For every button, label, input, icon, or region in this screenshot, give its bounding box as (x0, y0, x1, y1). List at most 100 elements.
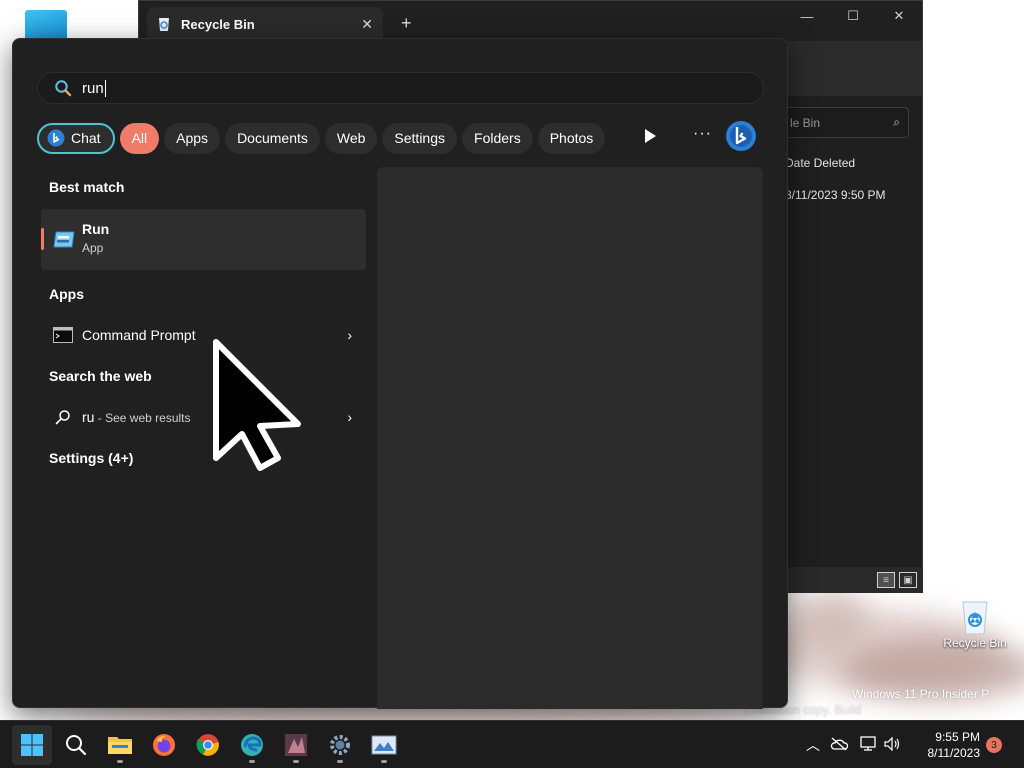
filter-web[interactable]: Web (324, 122, 378, 154)
explorer-search-input[interactable]: le Bin ⌕ (781, 107, 909, 138)
filter-settings[interactable]: Settings (382, 122, 458, 154)
details-view-icon[interactable]: ≡ (877, 572, 895, 588)
running-indicator (293, 760, 299, 763)
taskbar-search-button[interactable] (56, 725, 96, 765)
result-web-search[interactable]: ru - See web results › (41, 399, 366, 435)
recycle-bin-icon (962, 601, 988, 635)
apps-header: Apps (49, 286, 84, 302)
clock[interactable]: 9:55 PM 8/11/2023 (928, 729, 981, 761)
command-prompt-label: Command Prompt (82, 327, 196, 343)
search-input[interactable]: run (37, 72, 764, 104)
mouse-cursor-icon (213, 339, 301, 471)
desktop-recycle-bin[interactable]: Recycle Bin (937, 596, 1013, 650)
clock-date: 8/11/2023 (927, 746, 981, 760)
settings-gear-icon (330, 735, 350, 755)
start-icon (21, 734, 43, 756)
text-caret (104, 79, 106, 97)
watermark-line1: Windows 11 Pro Insider P (852, 687, 990, 701)
web-result-query: ru (82, 409, 95, 425)
search-web-header: Search the web (49, 368, 152, 384)
recycle-bin-label: Recycle Bin (943, 636, 1007, 650)
taskbar: ︿ 9:55 PM 8/11/2023 3 (0, 720, 1024, 768)
play-icon[interactable] (642, 127, 658, 145)
maximize-icon[interactable]: ☐ (830, 1, 876, 31)
explorer-tab-title: Recycle Bin (181, 16, 255, 32)
new-tab-button[interactable]: + (401, 13, 412, 34)
best-match-title: Run (82, 221, 110, 237)
filter-web-label: Web (336, 130, 366, 146)
explorer-titlebar: Recycle Bin ✕ + — ☐ ✕ (139, 1, 922, 41)
taskbar-firefox[interactable] (144, 725, 184, 765)
filter-all[interactable]: All (119, 122, 160, 154)
bing-chat-icon[interactable] (725, 120, 757, 152)
recycle-bin-tab-icon (159, 18, 169, 31)
filter-settings-label: Settings (394, 130, 446, 146)
edge-dev-icon (241, 734, 263, 756)
filter-photos[interactable]: Photos (537, 122, 606, 154)
taskbar-file-explorer[interactable] (100, 725, 140, 765)
close-tab-icon[interactable]: ✕ (361, 16, 373, 33)
filter-photos-label: Photos (549, 130, 594, 146)
notification-badge[interactable]: 3 (986, 737, 1002, 753)
app-icon (285, 734, 307, 756)
best-match-subtitle: App (82, 241, 104, 255)
search-query-text: run (82, 79, 104, 97)
taskbar-photos[interactable] (364, 725, 404, 765)
filter-folders-label: Folders (474, 130, 521, 146)
filter-folders[interactable]: Folders (462, 122, 533, 154)
window-controls: — ☐ ✕ (784, 1, 922, 31)
start-button[interactable] (12, 725, 52, 765)
column-header-date-deleted[interactable]: Date Deleted (785, 156, 855, 170)
more-options-icon[interactable]: ··· (693, 125, 712, 143)
filter-chat[interactable]: Chat (37, 122, 115, 154)
preview-pane (377, 167, 763, 709)
running-indicator (381, 760, 387, 763)
explorer-search-icon: ⌕ (893, 115, 900, 129)
network-icon[interactable] (860, 736, 878, 752)
result-command-prompt[interactable]: Command Prompt › (41, 317, 366, 353)
filter-chat-label: Chat (71, 130, 101, 146)
desktop-icon-left[interactable] (2, 10, 78, 40)
minimize-icon[interactable]: — (784, 1, 830, 31)
run-app-icon (53, 231, 75, 248)
taskbar-app[interactable] (276, 725, 316, 765)
filter-apps[interactable]: Apps (164, 122, 221, 154)
running-indicator (117, 760, 123, 763)
web-result-suffix: - See web results (94, 411, 191, 425)
system-tray: ︿ 9:55 PM 8/11/2023 3 (794, 721, 1024, 768)
taskbar-edge[interactable] (232, 725, 272, 765)
command-prompt-icon (53, 327, 73, 343)
web-search-icon (53, 409, 73, 425)
cell-date-deleted[interactable]: 8/11/2023 9:50 PM (785, 188, 886, 202)
chrome-icon (196, 734, 219, 756)
filter-all-label: All (131, 130, 148, 146)
chevron-up-icon[interactable]: ︿ (806, 735, 820, 755)
photos-icon (371, 735, 397, 755)
web-result-label: ru - See web results (82, 409, 191, 425)
running-indicator (337, 760, 343, 763)
search-icon (55, 80, 72, 97)
volume-icon[interactable] (884, 737, 902, 751)
tiles-view-icon[interactable]: ▣ (899, 572, 917, 588)
chevron-right-icon[interactable]: › (347, 327, 352, 343)
best-match-header: Best match (49, 179, 125, 195)
filter-documents-label: Documents (237, 130, 308, 146)
selection-accent (41, 228, 44, 250)
search-filter-bar: Chat All Apps Documents Web Settings Fol… (37, 121, 606, 155)
best-match-run[interactable]: Run App (41, 209, 366, 270)
filter-documents[interactable]: Documents (225, 122, 320, 154)
taskbar-chrome[interactable] (188, 725, 228, 765)
close-window-icon[interactable]: ✕ (876, 1, 922, 31)
chevron-right-icon[interactable]: › (347, 409, 352, 425)
settings-header[interactable]: Settings (4+) (49, 450, 133, 466)
onedrive-icon[interactable] (830, 737, 848, 751)
taskbar-settings[interactable] (320, 725, 360, 765)
search-flyout: run Chat All Apps Documents Web Settings… (12, 38, 788, 709)
file-explorer-icon (108, 737, 132, 754)
filter-apps-label: Apps (176, 130, 209, 146)
explorer-tab[interactable]: Recycle Bin ✕ (147, 7, 383, 41)
bing-icon (47, 129, 65, 147)
running-indicator (249, 760, 255, 763)
firefox-icon (153, 734, 175, 756)
explorer-search-placeholder: le Bin (790, 115, 821, 130)
